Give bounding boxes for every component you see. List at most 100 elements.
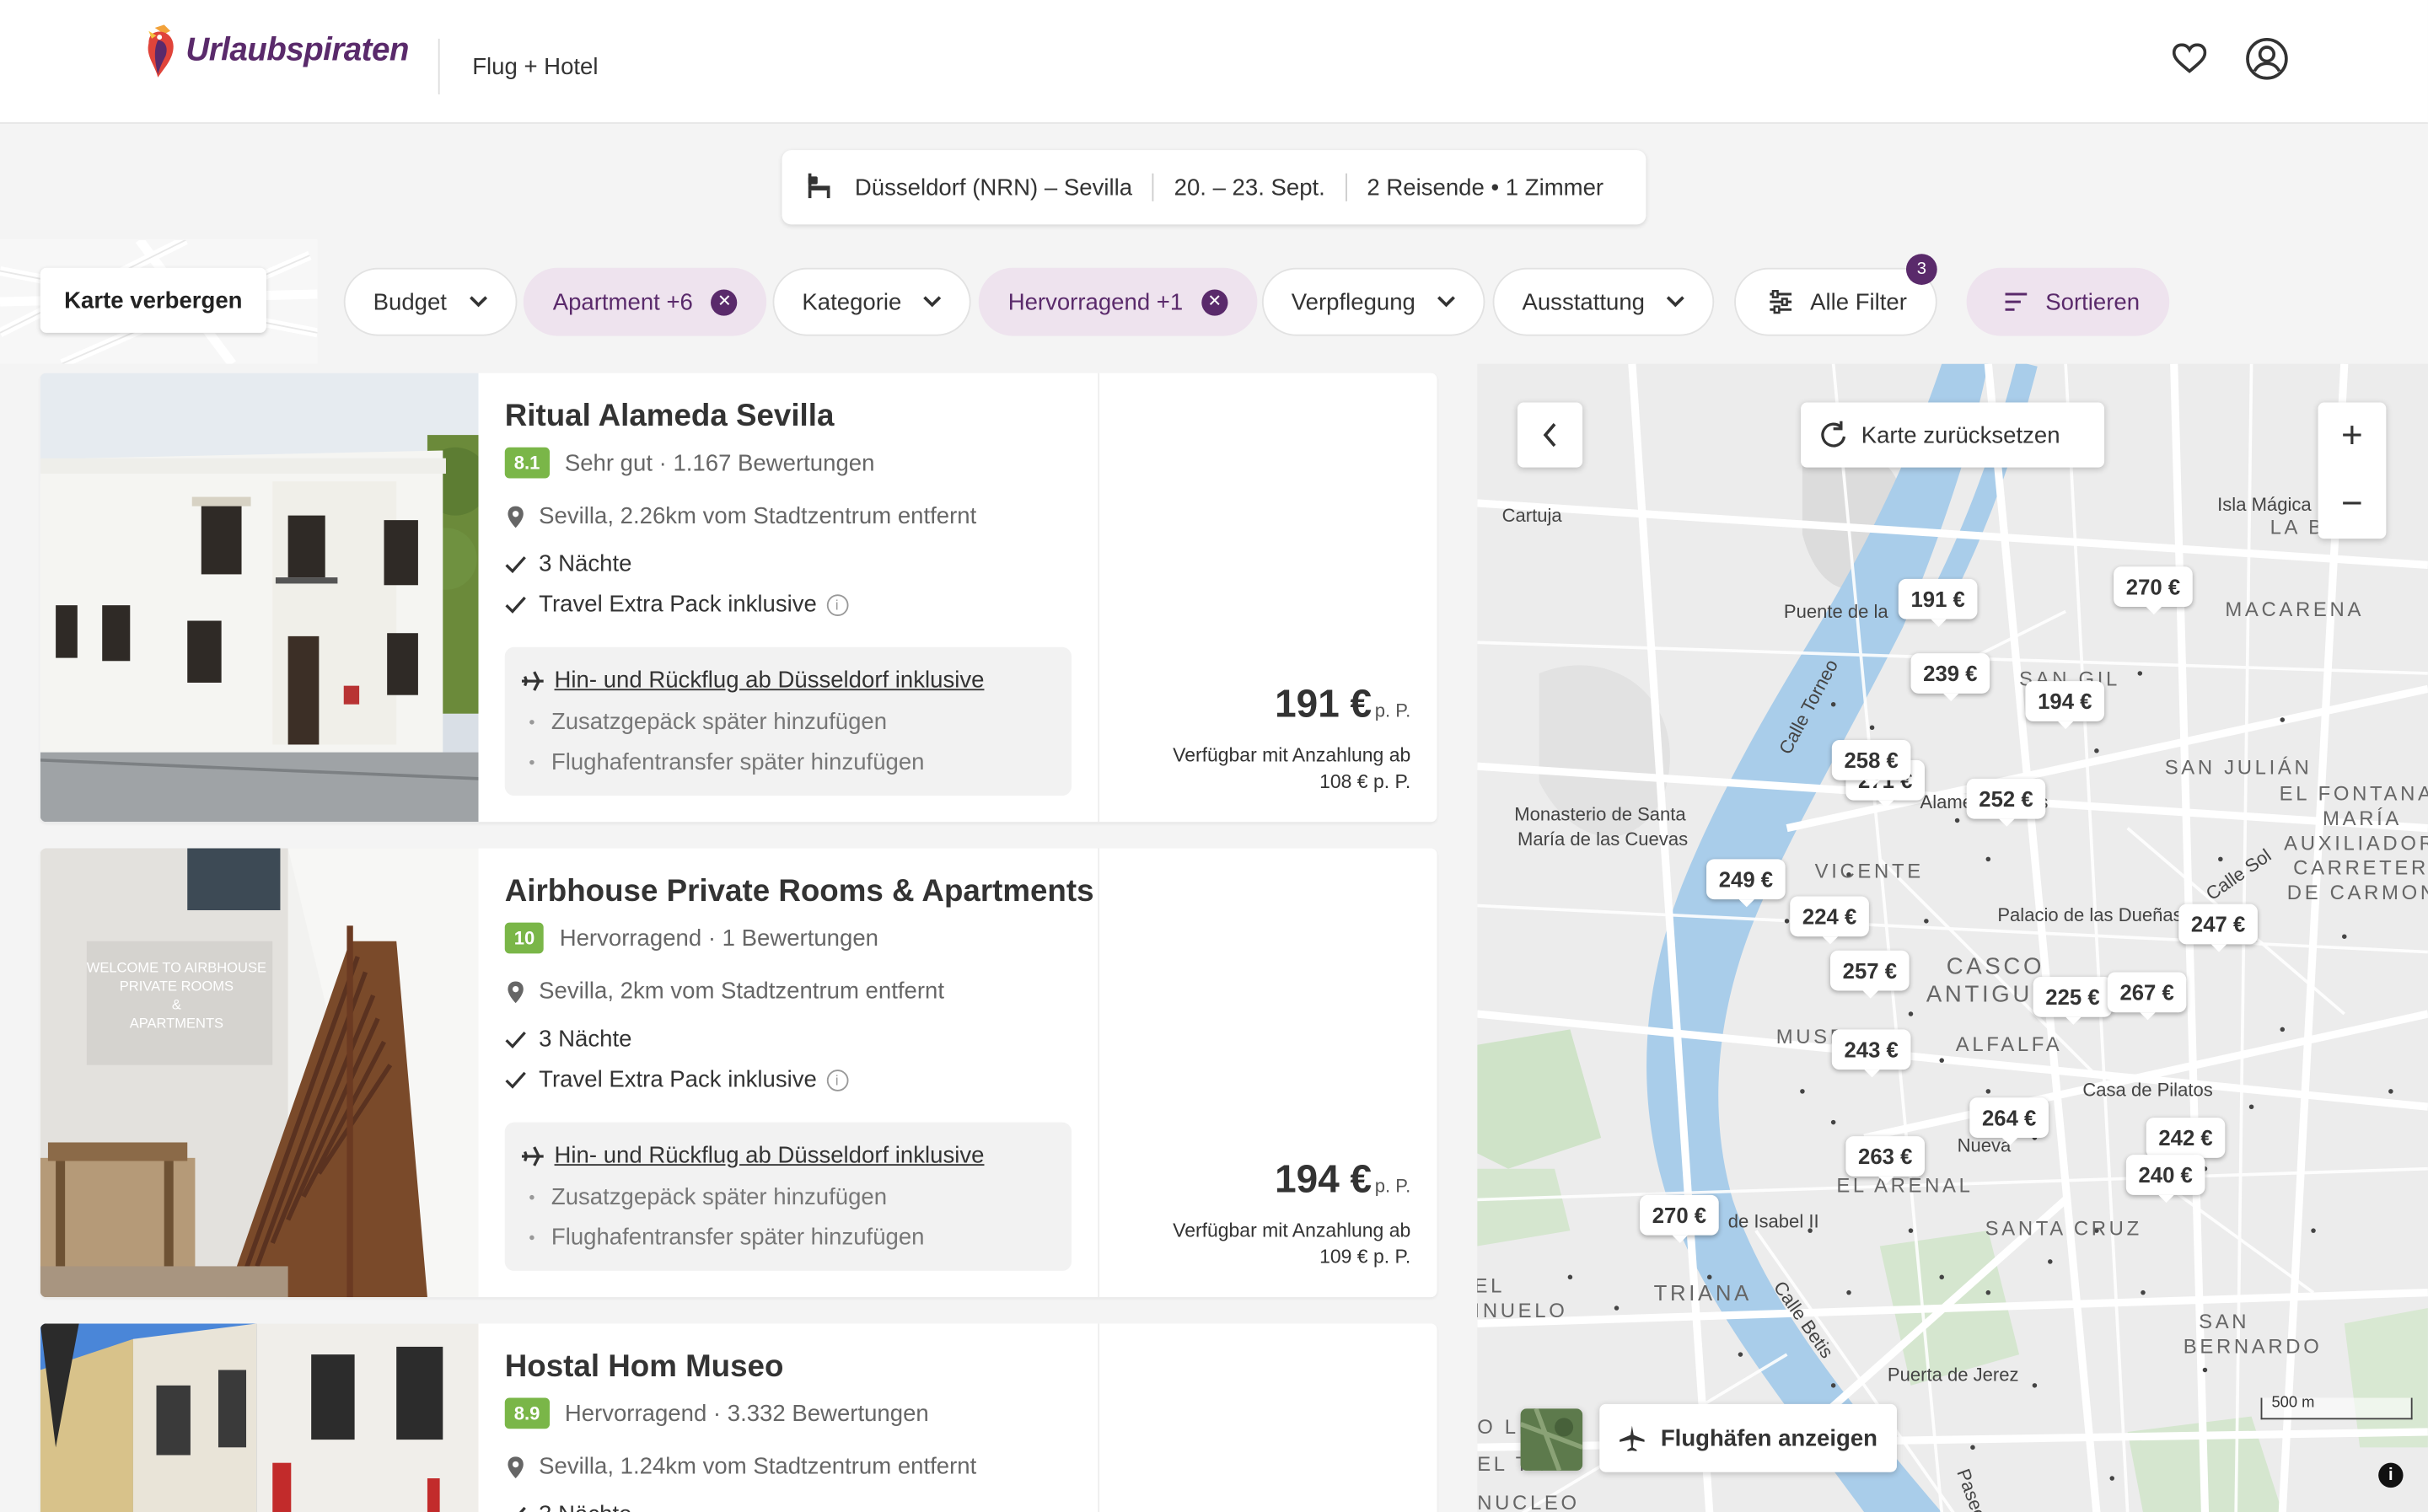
hotel-name[interactable]: Ritual Alameda Sevilla (505, 399, 835, 435)
hotel-card[interactable]: WELCOME TO AIRBHOUSE PRIVATE ROOMS & APA… (40, 848, 1437, 1298)
map-price-marker[interactable]: 224 € (1790, 896, 1869, 945)
hotel-card[interactable]: Hostal Hom Museo 8.9 Hervorragend · 3.33… (40, 1323, 1437, 1512)
map-price-marker[interactable]: 194 € (2025, 681, 2105, 730)
user-icon[interactable] (2245, 37, 2288, 80)
map-price-marker[interactable]: 243 € (1831, 1029, 1911, 1078)
deposit-info: Verfügbar mit Anzahlung ab 109 € p. P. (1173, 1218, 1410, 1270)
transfer-text: Flughafentransfer später hinzufügen (551, 1224, 925, 1252)
bullet (529, 720, 534, 725)
hotel-bed-icon (808, 173, 830, 199)
map-price-marker[interactable]: 240 € (2125, 1155, 2205, 1204)
logo[interactable]: Urlaubspiraten (142, 22, 409, 81)
map-price-marker[interactable]: 249 € (1706, 859, 1786, 908)
reset-map-button[interactable]: Karte zurücksetzen (1801, 402, 2105, 468)
map-price-marker[interactable]: 225 € (2033, 976, 2113, 1025)
map-price-marker[interactable]: 258 € (1831, 739, 1911, 788)
hotel-photo[interactable] (40, 1323, 479, 1512)
map-district-label: AUXILIADORA- (2284, 831, 2428, 855)
map-place-label: Palacio de las Dueñas (1997, 903, 2183, 926)
luggage-text: Zusatzgepäck später hinzufügen (551, 1184, 888, 1211)
map-price-marker[interactable]: 264 € (1969, 1097, 2049, 1146)
check-icon (505, 555, 526, 573)
hotel-rating: 8.1 Sehr gut · 1.167 Bewertungen (504, 447, 875, 479)
parrot-logo-icon (148, 24, 174, 78)
sort-button[interactable]: Sortieren (1966, 267, 2169, 336)
location-pin-icon (508, 980, 524, 1003)
map-scale-bar: 500 m (2260, 1394, 2413, 1420)
sliders-icon (1770, 290, 1792, 314)
hotel-card[interactable]: Ritual Alameda Sevilla 8.1 Sehr gut · 1.… (40, 373, 1437, 823)
map-price-marker[interactable]: 252 € (1966, 778, 2046, 827)
all-filters-label: Alle Filter (1810, 288, 1907, 315)
zoom-out-button[interactable]: − (2318, 470, 2387, 539)
map-place-label: Monasterio de Santa (1514, 803, 1686, 825)
map-district-label: SAN JULIÁN (2164, 755, 2313, 779)
map[interactable]: Isla Mágica Cartuja Puente de la Monaste… (1477, 363, 2428, 1512)
check-icon (505, 1031, 526, 1048)
map-district-label: ALFALFA (1955, 1032, 2063, 1056)
satellite-toggle-button[interactable] (1520, 1408, 1583, 1471)
location-text: Sevilla, 1.24km vom Stadtzentrum entfern… (539, 1453, 977, 1480)
map-price-marker[interactable]: 257 € (1829, 950, 1910, 999)
map-scale-label: 500 m (2271, 1394, 2315, 1413)
satellite-thumbnail-icon (1520, 1408, 1583, 1471)
deposit-amount: 109 € p. P. (1319, 1246, 1411, 1268)
search-summary[interactable]: Düsseldorf (NRN) – Sevilla 20. – 23. Sep… (782, 150, 1646, 225)
map-price-marker[interactable]: 263 € (1845, 1136, 1926, 1185)
filter-category[interactable]: Kategorie (772, 267, 972, 336)
hide-map-button[interactable]: Karte verbergen (40, 267, 266, 333)
map-price-marker[interactable]: 270 € (2114, 566, 2193, 615)
photo-sign-text: APARTMENTS (130, 1016, 223, 1032)
map-price-marker[interactable]: 191 € (1898, 578, 1978, 627)
clear-filter-icon[interactable]: ✕ (1201, 288, 1228, 315)
rating-text: Hervorragend · 1 Bewertungen (559, 925, 878, 952)
logo-divider (438, 38, 440, 95)
search-dates: 20. – 23. Sept. (1174, 174, 1325, 201)
info-icon[interactable]: i (825, 1069, 848, 1091)
filter-budget[interactable]: Budget (343, 267, 517, 336)
map-district-label: INUELO (1477, 1298, 1568, 1322)
filter-board[interactable]: Verpflegung (1261, 267, 1485, 336)
info-icon[interactable]: i (825, 593, 848, 616)
map-price-marker[interactable]: 270 € (1640, 1194, 1719, 1243)
hotel-location: Sevilla, 2.26km vom Stadtzentrum entfern… (505, 503, 976, 529)
hotel-location: Sevilla, 2km vom Stadtzentrum entfernt (505, 979, 944, 1005)
plane-icon (1620, 1425, 1646, 1451)
bullet (529, 1194, 534, 1200)
extra-pack-feature: Travel Extra Pack inklusive i (505, 592, 848, 618)
map-attribution-icon[interactable]: i (2378, 1462, 2404, 1488)
filter-rating[interactable]: Hervorragend +1 ✕ (978, 267, 1258, 336)
bullet (529, 759, 534, 765)
map-price-marker[interactable]: 239 € (1910, 653, 1990, 702)
price: 194 € p. P. (1275, 1158, 1410, 1203)
flight-link[interactable]: Hin- und Rückflug ab Düsseldorf inklusiv… (520, 668, 984, 694)
deposit-line: Verfügbar mit Anzahlung ab (1173, 1220, 1411, 1242)
map-district-label: DE CARMONA (2286, 881, 2428, 904)
clear-filter-icon[interactable]: ✕ (711, 288, 739, 315)
nights-text: 3 Nächte (539, 1026, 632, 1053)
hotel-photo[interactable] (40, 373, 479, 823)
filter-accommodation-type[interactable]: Apartment +6 ✕ (523, 267, 768, 336)
map-price-marker[interactable]: 267 € (2107, 972, 2187, 1021)
hotel-photo[interactable]: WELCOME TO AIRBHOUSE PRIVATE ROOMS & APA… (40, 848, 479, 1298)
map-price-marker[interactable]: 242 € (2146, 1118, 2226, 1166)
reset-map-label: Karte zurücksetzen (1861, 421, 2060, 448)
filter-amenities[interactable]: Ausstattung (1492, 267, 1715, 336)
map-district-label: EL ARENAL (1836, 1173, 1974, 1197)
hotel-name[interactable]: Hostal Hom Museo (505, 1350, 784, 1386)
heart-icon[interactable] (2167, 37, 2210, 80)
plane-icon (521, 1145, 544, 1166)
show-airports-button[interactable]: Flughäfen anzeigen (1599, 1403, 1897, 1472)
extra-pack-text: Travel Extra Pack inklusive (539, 1066, 817, 1093)
chevron-down-icon (923, 296, 942, 308)
flight-link[interactable]: Hin- und Rückflug ab Düsseldorf inklusiv… (520, 1142, 984, 1169)
zoom-in-button[interactable]: + (2318, 403, 2387, 471)
map-price-marker[interactable]: 247 € (2178, 903, 2258, 952)
photo-sign-text: WELCOME TO AIRBHOUSE (87, 959, 266, 975)
map-back-button[interactable] (1517, 402, 1583, 468)
map-place-label: María de las Cuevas (1517, 828, 1689, 850)
hotel-name[interactable]: Airbhouse Private Rooms & Apartments (505, 875, 1094, 910)
all-filters-button[interactable]: Alle Filter (1734, 267, 1936, 336)
rating-text: Sehr gut · 1.167 Bewertungen (564, 449, 875, 476)
map-place-label: Puente de la (1783, 600, 1888, 623)
